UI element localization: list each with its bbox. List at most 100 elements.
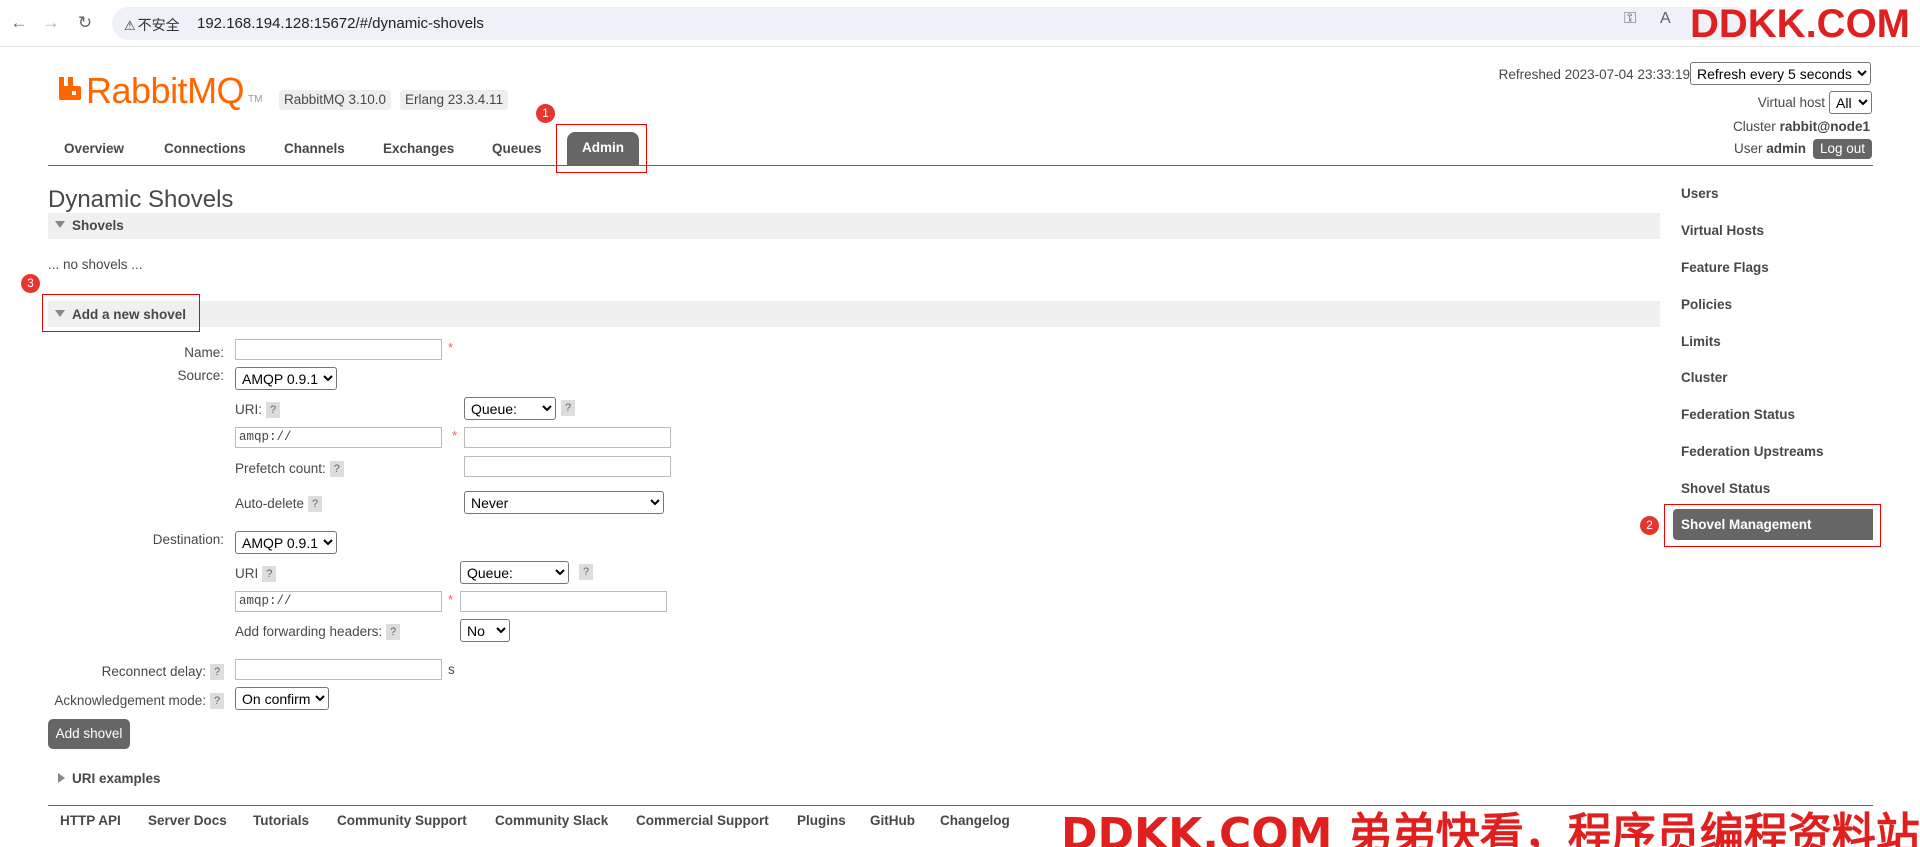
forward-icon[interactable]: →	[40, 12, 62, 34]
add-shovel-section-header[interactable]: Add a new shovel	[48, 301, 1660, 327]
tab-channels[interactable]: Channels	[284, 141, 345, 156]
destination-protocol-select[interactable]: AMQP 0.9.1	[235, 531, 337, 554]
security-indicator[interactable]: ⚠ 不安全	[124, 15, 180, 35]
version-pill: RabbitMQ 3.10.0	[279, 90, 392, 110]
cluster-info: Cluster rabbit@node1	[1733, 119, 1870, 134]
help-icon[interactable]: ?	[266, 402, 280, 419]
help-icon[interactable]: ?	[210, 693, 224, 710]
password-key-icon[interactable]: ⚿	[1624, 10, 1636, 28]
help-icon[interactable]: ?	[561, 400, 575, 416]
sidebar-item-federation-status[interactable]: Federation Status	[1681, 407, 1795, 422]
tab-overview[interactable]: Overview	[64, 141, 124, 156]
sidebar-item-shovel-status[interactable]: Shovel Status	[1681, 481, 1770, 496]
tab-queues[interactable]: Queues	[492, 141, 542, 156]
footer-link-community-slack[interactable]: Community Slack	[495, 813, 608, 828]
help-icon[interactable]: ?	[308, 496, 323, 513]
page-title: Dynamic Shovels	[48, 186, 234, 213]
name-label: Name:	[184, 345, 224, 360]
help-icon[interactable]: ?	[329, 461, 344, 478]
sidebar-item-limits[interactable]: Limits	[1681, 334, 1721, 349]
reload-icon[interactable]: ↻	[74, 12, 96, 34]
source-protocol-select[interactable]: AMQP 0.9.1	[235, 367, 337, 390]
ack-mode-select[interactable]: On confirm	[235, 687, 329, 710]
prefetch-label-text: Prefetch count:	[235, 461, 326, 476]
reconnect-delay-label-text: Reconnect delay:	[101, 664, 206, 679]
annotation-box-add-shovel	[42, 294, 200, 332]
auto-delete-label-text: Auto-delete	[235, 496, 305, 511]
address-bar[interactable]: ⚠ 不安全 192.168.194.128:15672/#/dynamic-sho…	[112, 7, 1752, 40]
footer-link-github[interactable]: GitHub	[870, 813, 915, 828]
annotation-box-shovel-management	[1664, 504, 1881, 547]
back-icon[interactable]: ←	[8, 12, 30, 34]
footer-link-server-docs[interactable]: Server Docs	[148, 813, 227, 828]
warning-icon: ⚠	[124, 18, 136, 33]
collapse-triangle-icon	[55, 221, 65, 228]
uri-examples-toggle[interactable]: URI examples	[72, 771, 161, 786]
tabs-divider	[48, 165, 1873, 166]
shovels-section-label: Shovels	[72, 218, 124, 233]
erlang-pill: Erlang 23.3.4.11	[400, 90, 509, 110]
footer-link-changelog[interactable]: Changelog	[940, 813, 1010, 828]
source-uri-label: URI:?	[235, 402, 280, 419]
destination-type-select[interactable]: Queue:	[460, 561, 569, 584]
auto-delete-select[interactable]: Never	[464, 491, 664, 514]
footer-link-tutorials[interactable]: Tutorials	[253, 813, 309, 828]
logo-tm: TM	[248, 94, 263, 105]
translate-icon[interactable]: A	[1660, 10, 1671, 28]
prefetch-label: Prefetch count:?	[235, 461, 344, 478]
forward-headers-label-text: Add forwarding headers:	[235, 624, 383, 639]
logout-button[interactable]: Log out	[1813, 139, 1872, 159]
source-uri-input[interactable]: amqp://	[235, 427, 442, 448]
watermark-bottom: DDKK.COM 弟弟快看，程序员编程资料站	[1061, 809, 1920, 847]
user-label: User	[1733, 141, 1763, 156]
tab-exchanges[interactable]: Exchanges	[383, 141, 454, 156]
source-queue-input[interactable]	[464, 427, 671, 448]
logo-text: RabbitMQ	[86, 70, 245, 111]
footer-link-http-api[interactable]: HTTP API	[60, 813, 121, 828]
sidebar-item-feature-flags[interactable]: Feature Flags	[1681, 260, 1769, 275]
annotation-badge-3: 3	[21, 274, 40, 293]
required-marker: *	[448, 592, 454, 607]
auto-delete-label: Auto-delete?	[235, 496, 323, 513]
destination-uri-input[interactable]: amqp://	[235, 591, 442, 612]
source-uri-label-text: URI:	[235, 402, 262, 417]
refreshed-timestamp: Refreshed 2023-07-04 23:33:19	[1498, 67, 1690, 82]
help-icon[interactable]: ?	[262, 566, 277, 583]
sidebar-item-virtual-hosts[interactable]: Virtual Hosts	[1681, 223, 1764, 238]
security-label: 不安全	[137, 17, 180, 33]
reconnect-delay-input[interactable]	[235, 659, 442, 680]
watermark-top: DDKK.COM	[1690, 2, 1910, 46]
help-icon[interactable]: ?	[386, 624, 401, 641]
footer-link-commercial-support[interactable]: Commercial Support	[636, 813, 769, 828]
refresh-interval-select[interactable]: Refresh every 5 seconds	[1690, 62, 1871, 85]
shovels-section-header[interactable]: Shovels	[48, 213, 1660, 239]
footer-link-community-support[interactable]: Community Support	[337, 813, 467, 828]
sidebar-item-cluster[interactable]: Cluster	[1681, 370, 1728, 385]
tab-connections[interactable]: Connections	[164, 141, 246, 156]
prefetch-count-input[interactable]	[464, 456, 671, 477]
name-input[interactable]	[235, 339, 442, 360]
reconnect-unit: s	[448, 662, 455, 677]
ack-mode-label: Acknowledgement mode:?	[54, 693, 224, 710]
rabbit-logo-icon	[59, 77, 81, 100]
required-marker: *	[452, 428, 458, 443]
sidebar-item-federation-upstreams[interactable]: Federation Upstreams	[1681, 444, 1824, 459]
expand-triangle-icon	[58, 773, 65, 783]
source-type-select[interactable]: Queue:	[464, 397, 556, 420]
help-icon[interactable]: ?	[210, 664, 224, 681]
forward-headers-select[interactable]: No	[460, 619, 510, 642]
footer-link-plugins[interactable]: Plugins	[797, 813, 846, 828]
help-icon[interactable]: ?	[579, 564, 593, 580]
virtual-host-select[interactable]: All	[1829, 91, 1872, 114]
cluster-value: rabbit@node1	[1779, 119, 1870, 134]
url-text: 192.168.194.128:15672/#/dynamic-shovels	[197, 15, 484, 32]
sidebar-item-users[interactable]: Users	[1681, 186, 1719, 201]
destination-label: Destination:	[152, 532, 224, 547]
cluster-label: Cluster	[1733, 119, 1776, 134]
annotation-badge-2: 2	[1640, 516, 1659, 535]
annotation-box-admin	[556, 124, 647, 173]
add-shovel-button[interactable]: Add shovel	[48, 719, 130, 749]
destination-queue-input[interactable]	[460, 591, 667, 612]
sidebar-item-policies[interactable]: Policies	[1681, 297, 1732, 312]
no-shovels-text: ... no shovels ...	[48, 257, 143, 272]
